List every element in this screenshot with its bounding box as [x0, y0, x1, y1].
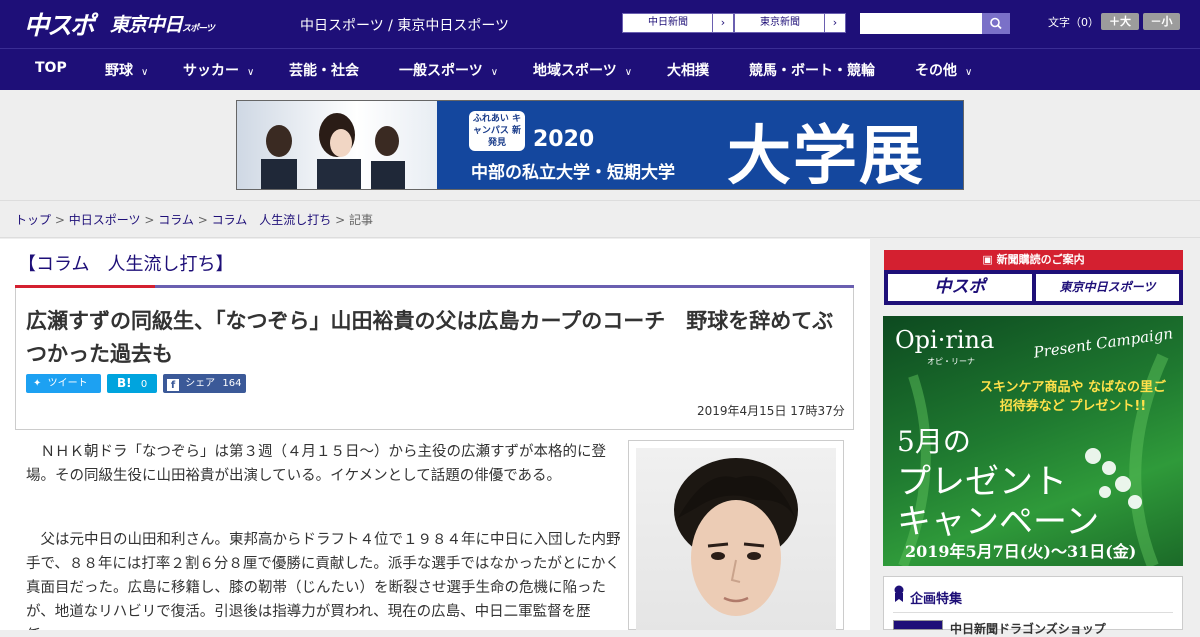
search-input[interactable]	[860, 13, 982, 34]
nav-label: その他	[915, 63, 957, 79]
chunichi-shimbun-label: 中日新聞	[648, 17, 688, 28]
opirina-campaign-ad[interactable]: Opi·rina オピ・リーナ Present Campaign スキンケア商品…	[883, 316, 1183, 566]
font-smaller-button[interactable]: －小	[1143, 13, 1180, 30]
site-title[interactable]: 中日スポーツ / 東京中日スポーツ	[300, 15, 509, 35]
banner-badge: ふれあい キャンパス 新発見	[469, 111, 525, 151]
twitter-icon: ✦	[33, 378, 42, 389]
banner-big-text: 大学展	[727, 120, 925, 190]
nav-label: TOP	[35, 60, 67, 76]
tokyo-chunichi-sports-logo[interactable]: 東京中日スポーツ	[110, 10, 215, 37]
chevron-down-icon: ∨	[141, 67, 149, 78]
chevron-down-icon: ∨	[965, 67, 973, 78]
subscribe-tokyo-chunichi-link[interactable]: 東京中日スポーツ	[1036, 274, 1179, 301]
breadcrumb-separator: >	[54, 213, 65, 227]
article-date: 2019年4月15日 17時37分	[697, 404, 845, 418]
nav-label: 大相撲	[667, 63, 709, 79]
font-size-label: 文字（0）	[1048, 16, 1099, 29]
nav-label: 野球	[105, 63, 133, 79]
banner-subtitle: 中部の私立大学・短期大学	[471, 163, 675, 183]
article-photo[interactable]	[636, 448, 836, 630]
breadcrumb: トップ > 中日スポーツ > コラム > コラム 人生流し打ち > 記事	[15, 211, 373, 228]
chunichi-shimbun-link[interactable]: 中日新聞 ›	[622, 13, 734, 33]
tweet-label: ツイート	[47, 378, 88, 389]
chevron-right-icon: ›	[824, 14, 845, 32]
chevron-down-icon: ∨	[247, 67, 255, 78]
nav-item-top[interactable]: TOP	[35, 60, 67, 76]
article-headline: 広瀬すずの同級生、「なつぞら」山田裕貴の父は広島カープのコーチ 野球を辞めてぶつ…	[26, 309, 834, 366]
ribbon-icon	[893, 585, 905, 607]
facebook-share-count: 164	[222, 378, 242, 389]
feature-title: 企画特集	[910, 592, 963, 607]
breadcrumb-separator: >	[335, 213, 346, 227]
university-fair-banner[interactable]: ふれあい キャンパス 新発見 2020 中部の私立大学・短期大学 大学展	[236, 100, 964, 190]
chevron-right-icon: ›	[712, 14, 733, 32]
font-bigger-button[interactable]: ＋大	[1101, 13, 1139, 30]
tweet-button[interactable]: ✦ ツイート	[26, 374, 101, 393]
nav-label: 地域スポーツ	[533, 63, 617, 79]
breadcrumb-top[interactable]: トップ	[15, 213, 51, 227]
breadcrumb-column-series[interactable]: コラム 人生流し打ち	[212, 213, 332, 227]
logo-tokyo-text: 東京中日	[110, 14, 183, 36]
search-icon	[990, 17, 1002, 30]
facebook-icon: f	[167, 379, 179, 391]
ad-campaign-ja: キャンペーン	[897, 502, 1100, 542]
nav-label: サッカー	[183, 63, 239, 79]
logo-tokyo-small: スポーツ	[182, 24, 215, 34]
ad-brand: Opi·rina	[895, 326, 995, 354]
breadcrumb-separator: >	[144, 213, 155, 227]
nav-item-general-sports[interactable]: 一般スポーツ ∨	[399, 60, 498, 80]
nav-item-baseball[interactable]: 野球 ∨	[105, 60, 148, 80]
breadcrumb-current: 記事	[348, 213, 373, 227]
nav-item-local-sports[interactable]: 地域スポーツ ∨	[533, 60, 632, 80]
nav-item-racing[interactable]: 競馬・ボート・競輪	[749, 60, 875, 80]
hatena-icon: B!	[117, 376, 132, 390]
nav-item-entertainment[interactable]: 芸能・社会	[289, 60, 359, 80]
banner-year: 2020	[533, 127, 595, 152]
feature-item-link[interactable]: 中日新聞ドラゴンズショップ	[950, 620, 1106, 637]
subscribe-chuspo-link[interactable]: 中スポ	[888, 274, 1032, 301]
search-button[interactable]	[982, 13, 1010, 34]
tokyo-shimbun-link[interactable]: 東京新聞 ›	[734, 13, 846, 33]
chevron-down-icon: ∨	[490, 67, 499, 78]
subscription-header: ▣ 新聞購読のご案内	[884, 250, 1183, 270]
chevron-down-icon: ∨	[624, 67, 633, 78]
nav-label: 競馬・ボート・競輪	[749, 63, 875, 79]
facebook-share-button[interactable]: f シェア 164	[163, 374, 246, 393]
subscription-header-label: 新聞購読のご案内	[996, 253, 1085, 266]
column-title[interactable]: 【コラム 人生流し打ち】	[18, 250, 233, 276]
banner-students-image	[237, 101, 437, 189]
breadcrumb-column[interactable]: コラム	[158, 213, 194, 227]
feature-divider	[893, 612, 1173, 613]
nav-item-other[interactable]: その他 ∨	[915, 60, 972, 80]
facebook-share-label: シェア	[185, 378, 216, 389]
newspaper-icon: ▣	[982, 253, 997, 266]
ad-tagline: スキンケア商品や なばなの里ご招待券など プレゼント!!	[979, 380, 1167, 414]
hatena-bookmark-button[interactable]: B! 0	[107, 374, 157, 393]
feature-thumbnail[interactable]	[893, 620, 943, 630]
ad-brand-kana: オピ・リーナ	[927, 357, 975, 366]
hatena-count: 0	[140, 379, 148, 390]
nav-label: 一般スポーツ	[399, 63, 483, 79]
breadcrumb-separator: >	[197, 213, 208, 227]
tokyo-shimbun-label: 東京新聞	[760, 17, 800, 28]
article-paragraph: 父は元中日の山田和利さん。東邦高からドラフト４位で１９８４年に中日に入団した内野…	[26, 532, 621, 630]
nav-item-soccer[interactable]: サッカー ∨	[183, 60, 254, 80]
breadcrumb-chunichi-sports[interactable]: 中日スポーツ	[69, 213, 141, 227]
article-paragraph: ＮＨＫ朝ドラ「なつぞら」は第３週（４月１５日～）から主役の広瀬すずが本格的に登場…	[26, 444, 606, 484]
chunichi-sports-logo[interactable]: 中スポ	[24, 6, 95, 42]
nav-label: 芸能・社会	[289, 63, 359, 79]
ad-dates: 2019年5月7日(火)～31日(金)	[905, 542, 1137, 561]
nav-item-sumo[interactable]: 大相撲	[667, 60, 709, 80]
